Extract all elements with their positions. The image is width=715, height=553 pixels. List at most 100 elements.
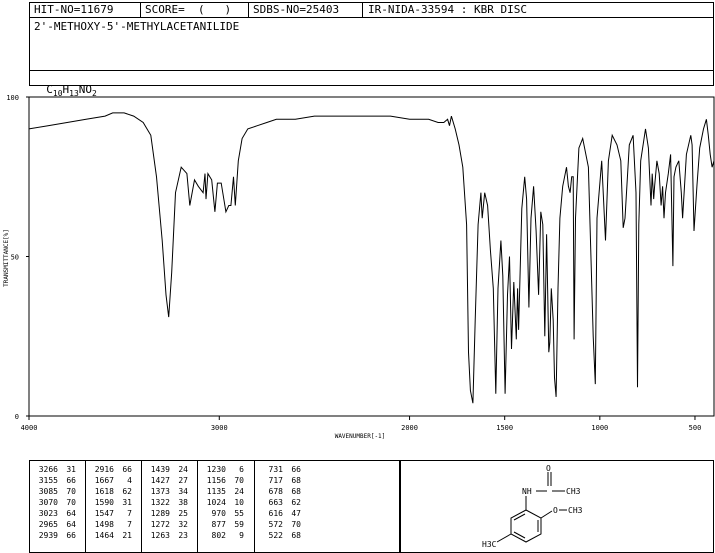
peak-transmittance: 23 — [178, 531, 188, 540]
peak-column-divider — [141, 460, 142, 553]
x-tick-label: 1000 — [591, 424, 608, 432]
x-axis-label: WAVENUMBER[-1] — [335, 433, 386, 440]
peak-wavenumber: 1135 — [206, 487, 226, 496]
x-tick-label: 500 — [689, 424, 702, 432]
peak-transmittance: 7 — [127, 509, 132, 518]
atom-ch3-methoxy: CH3 — [568, 506, 583, 515]
peak-transmittance: 66 — [291, 465, 301, 474]
peak-wavenumber: 2916 — [94, 465, 114, 474]
spectrum-series-line — [28, 112, 715, 404]
peak-transmittance: 31 — [66, 465, 76, 474]
peak-transmittance: 59 — [234, 520, 244, 529]
peak-transmittance: 38 — [178, 498, 188, 507]
peak-wavenumber: 616 — [268, 509, 283, 518]
ir-spectrum-chart: 0 50 100 4000 3000 2000 1500 1000 500 WAVENUMBE… — [3, 94, 715, 440]
x-tick-label: 2000 — [401, 424, 418, 432]
peak-transmittance: 9 — [239, 531, 244, 540]
peak-transmittance: 6 — [239, 465, 244, 474]
y-tick-label: 100 — [6, 94, 19, 102]
peak-wavenumber: 1667 — [94, 476, 114, 485]
peak-wavenumber: 2965 — [38, 520, 58, 529]
peak-transmittance: 10 — [234, 498, 244, 507]
peak-wavenumber: 1156 — [206, 476, 226, 485]
peak-transmittance: 66 — [122, 465, 132, 474]
peak-wavenumber: 1498 — [94, 520, 114, 529]
peak-column-divider — [85, 460, 86, 553]
peak-transmittance: 24 — [234, 487, 244, 496]
peak-wavenumber: 3155 — [38, 476, 58, 485]
peak-wavenumber: 877 — [211, 520, 226, 529]
peak-transmittance: 27 — [178, 476, 188, 485]
peak-transmittance: 47 — [291, 509, 301, 518]
atom-o-carbonyl: O — [546, 464, 551, 473]
peak-wavenumber: 1024 — [206, 498, 226, 507]
peak-transmittance: 31 — [122, 498, 132, 507]
peak-wavenumber: 522 — [268, 531, 283, 540]
peak-transmittance: 64 — [66, 520, 76, 529]
y-axis-label: TRANSMITTANCE[%] — [3, 229, 10, 287]
peak-wavenumber: 1590 — [94, 498, 114, 507]
peak-wavenumber: 717 — [268, 476, 283, 485]
atom-nh: NH — [522, 487, 532, 496]
bond-ring-o — [540, 510, 553, 519]
peak-wavenumber: 802 — [211, 531, 226, 540]
peak-transmittance: 68 — [291, 487, 301, 496]
peak-transmittance: 70 — [291, 520, 301, 529]
peak-wavenumber: 3023 — [38, 509, 58, 518]
atom-o-methoxy: O — [553, 506, 558, 515]
ring-double-2 — [513, 531, 526, 539]
peak-wavenumber: 1439 — [150, 465, 170, 474]
peak-transmittance: 70 — [66, 487, 76, 496]
peak-wavenumber: 1322 — [150, 498, 170, 507]
peak-wavenumber: 970 — [211, 509, 226, 518]
chemical-structure: O NH CH3 O CH3 H3C — [482, 464, 583, 549]
peak-wavenumber: 3070 — [38, 498, 58, 507]
peak-transmittance: 68 — [291, 476, 301, 485]
peak-wavenumber: 1618 — [94, 487, 114, 496]
peak-transmittance: 4 — [127, 476, 132, 485]
atom-h3c-ring: H3C — [482, 540, 497, 549]
peak-transmittance: 70 — [234, 476, 244, 485]
peak-transmittance: 66 — [66, 476, 76, 485]
peak-transmittance: 25 — [178, 509, 188, 518]
peak-wavenumber: 3266 — [38, 465, 58, 474]
peak-column-divider — [254, 460, 255, 553]
peak-wavenumber: 2939 — [38, 531, 58, 540]
ring-double-3 — [513, 513, 526, 521]
peak-wavenumber: 1230 — [206, 465, 226, 474]
atom-ch3-acetyl: CH3 — [566, 487, 581, 496]
peak-wavenumber: 3085 — [38, 487, 58, 496]
peak-transmittance: 34 — [178, 487, 188, 496]
peak-transmittance: 68 — [291, 531, 301, 540]
peak-wavenumber: 572 — [268, 520, 283, 529]
peak-wavenumber: 1547 — [94, 509, 114, 518]
peak-transmittance: 70 — [66, 498, 76, 507]
peak-transmittance: 64 — [66, 509, 76, 518]
benzene-ring — [510, 509, 542, 543]
peak-transmittance: 55 — [234, 509, 244, 518]
peak-transmittance: 24 — [178, 465, 188, 474]
peak-wavenumber: 1263 — [150, 531, 170, 540]
peak-transmittance: 32 — [178, 520, 188, 529]
peak-transmittance: 62 — [122, 487, 132, 496]
peak-column-divider — [197, 460, 198, 553]
peak-wavenumber: 678 — [268, 487, 283, 496]
peak-transmittance: 62 — [291, 498, 301, 507]
peak-transmittance: 66 — [66, 531, 76, 540]
peak-wavenumber: 731 — [268, 465, 283, 474]
peak-wavenumber: 1272 — [150, 520, 170, 529]
x-tick-label: 4000 — [21, 424, 38, 432]
x-axis-ticks: 4000 3000 2000 1500 1000 500 — [21, 416, 702, 432]
peak-wavenumber: 1373 — [150, 487, 170, 496]
x-tick-label: 1500 — [496, 424, 513, 432]
y-tick-label: 50 — [11, 254, 19, 262]
peak-transmittance: 7 — [127, 520, 132, 529]
y-tick-label: 0 — [15, 413, 19, 421]
bond-ring-ch3 — [496, 533, 512, 543]
peak-wavenumber: 1464 — [94, 531, 114, 540]
x-tick-label: 3000 — [211, 424, 228, 432]
peak-wavenumber: 663 — [268, 498, 283, 507]
peak-transmittance: 21 — [122, 531, 132, 540]
peak-wavenumber: 1427 — [150, 476, 170, 485]
peak-wavenumber: 1289 — [150, 509, 170, 518]
